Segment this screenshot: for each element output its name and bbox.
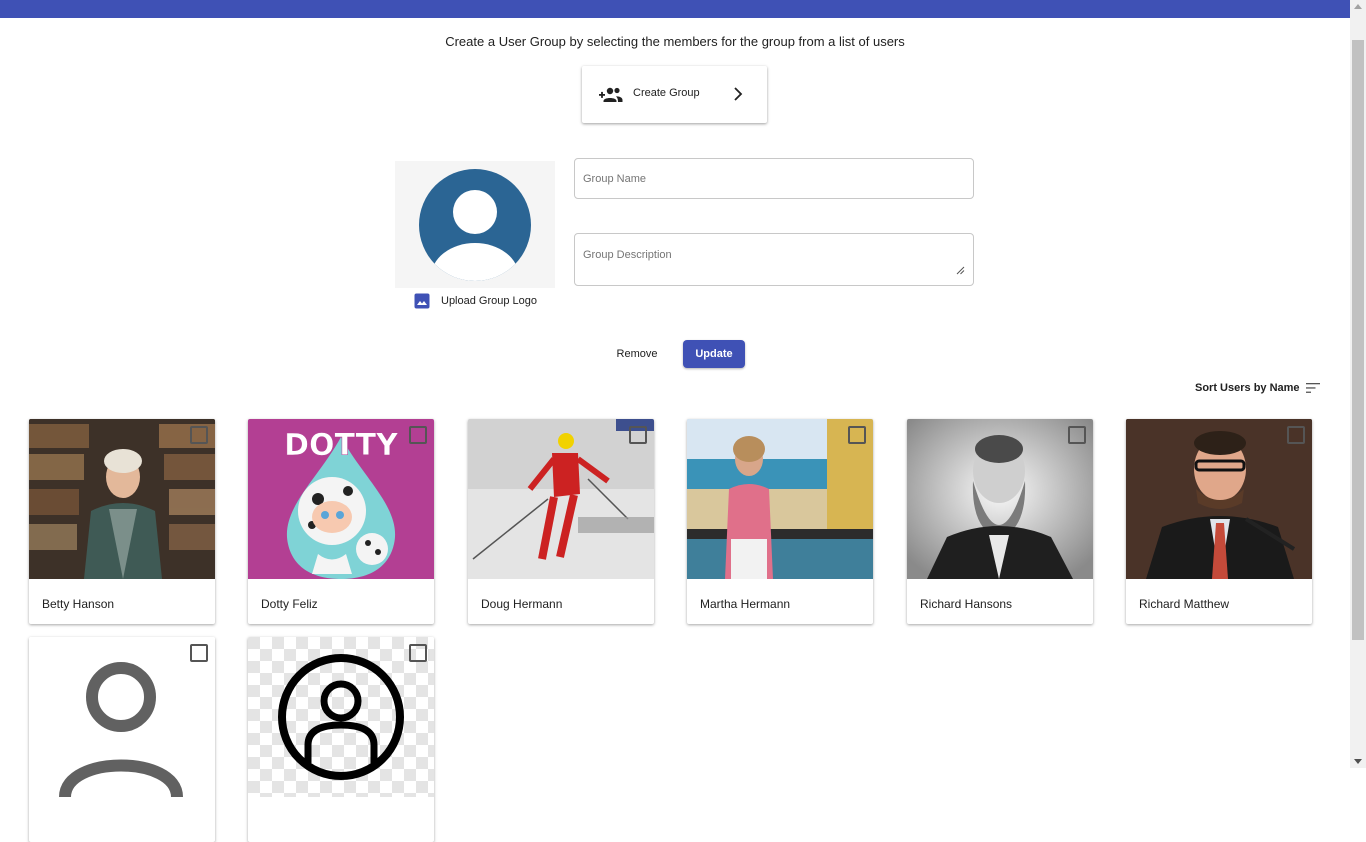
user-name: Richard Matthew: [1139, 597, 1230, 611]
group-description-placeholder: Group Description: [583, 249, 672, 261]
group-name-field[interactable]: Group Name: [574, 158, 974, 199]
scroll-up-arrow[interactable]: [1354, 4, 1362, 9]
user-photo: [29, 419, 215, 579]
upload-group-logo-label: Upload Group Logo: [441, 295, 538, 307]
user-select-checkbox[interactable]: [629, 426, 647, 444]
update-button[interactable]: Update: [683, 340, 745, 368]
remove-button[interactable]: Remove: [605, 340, 669, 368]
group-name-placeholder: Group Name: [583, 173, 646, 185]
sort-users-label: Sort Users by Name: [1195, 382, 1300, 394]
user-name: Doug Hermann: [481, 597, 563, 611]
default-avatar-icon: [29, 637, 215, 797]
user-photo: [907, 419, 1093, 579]
user-select-checkbox[interactable]: [848, 426, 866, 444]
user-card[interactable]: [29, 637, 215, 842]
image-icon: [414, 293, 430, 309]
user-select-checkbox[interactable]: [1068, 426, 1086, 444]
page-scrollbar[interactable]: [1350, 0, 1366, 768]
user-select-checkbox[interactable]: [1287, 426, 1305, 444]
user-card[interactable]: Richard Matthew: [1126, 419, 1312, 624]
chevron-right-icon: [734, 87, 743, 101]
scrollbar-thumb[interactable]: [1352, 40, 1364, 640]
user-select-checkbox[interactable]: [409, 426, 427, 444]
user-card[interactable]: Doug Hermann: [468, 419, 654, 624]
sort-icon: [1305, 383, 1320, 393]
user-photo: DOTTY: [248, 419, 434, 579]
user-select-checkbox[interactable]: [190, 426, 208, 444]
page-instruction: Create a User Group by selecting the mem…: [445, 34, 905, 49]
user-name: Dotty Feliz: [261, 597, 318, 611]
user-select-checkbox[interactable]: [190, 644, 208, 662]
user-card[interactable]: [248, 637, 434, 842]
user-card[interactable]: Martha Hermann: [687, 419, 873, 624]
create-group-label: Create Group: [633, 87, 700, 99]
svg-text:DOTTY: DOTTY: [284, 428, 399, 463]
user-photo: [468, 419, 654, 579]
sort-users-button[interactable]: Sort Users by Name: [1195, 382, 1320, 394]
user-photo: [1126, 419, 1312, 579]
group-logo-preview: [395, 161, 555, 288]
user-card[interactable]: DOTTY Dotty Feliz: [248, 419, 434, 624]
user-card[interactable]: Betty Hanson: [29, 419, 215, 624]
resize-handle-icon[interactable]: [956, 266, 965, 275]
app-header-bar: [0, 0, 1350, 18]
create-group-button[interactable]: Create Group: [582, 66, 767, 123]
user-card[interactable]: Richard Hansons: [907, 419, 1093, 624]
user-name: Martha Hermann: [700, 597, 791, 611]
upload-group-logo-button[interactable]: Upload Group Logo: [414, 293, 537, 309]
group-description-field[interactable]: Group Description: [574, 233, 974, 286]
user-name: Richard Hansons: [920, 597, 1013, 611]
scroll-down-arrow[interactable]: [1354, 759, 1362, 764]
account-circle-icon: [419, 169, 531, 281]
group-add-icon: [599, 87, 623, 102]
user-photo: [687, 419, 873, 579]
default-avatar-circle-icon: [248, 637, 434, 797]
user-select-checkbox[interactable]: [409, 644, 427, 662]
user-name: Betty Hanson: [42, 597, 115, 611]
